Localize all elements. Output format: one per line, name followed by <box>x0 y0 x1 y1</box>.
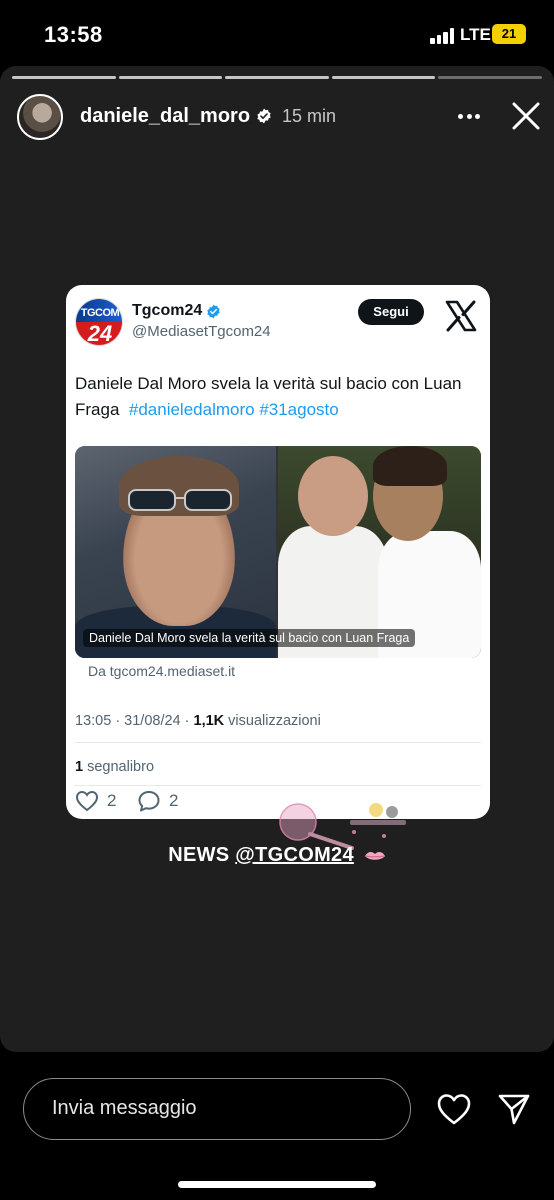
message-input[interactable]: Invia messaggio <box>23 1078 411 1140</box>
story-viewer[interactable]: daniele_dal_moro 15 min TGCOM 24 Tgcom24… <box>0 66 554 1052</box>
tweet-media-image: Daniele Dal Moro svela la verità sul bac… <box>75 446 481 658</box>
story-progress-bar <box>12 76 542 79</box>
story-username[interactable]: daniele_dal_moro <box>80 105 250 128</box>
mention-link[interactable]: @TGCOM24 <box>235 844 354 866</box>
link-source: Da tgcom24.mediaset.it <box>88 663 236 679</box>
bookmarks-label: segnalibro <box>83 759 155 775</box>
tweet-account-name: Tgcom24 <box>132 302 203 319</box>
more-options-icon[interactable] <box>454 104 484 128</box>
status-bar: 13:58 LTE 21 <box>0 0 554 70</box>
divider <box>75 785 481 786</box>
network-type: LTE <box>460 25 491 44</box>
caption-prefix: NEWS <box>168 844 236 866</box>
send-icon[interactable] <box>497 1092 531 1126</box>
progress-segment-current <box>438 76 542 79</box>
likes-count: 2 <box>107 791 117 810</box>
tweet-text: Daniele Dal Moro svela la verità sul bac… <box>75 371 475 423</box>
bookmarks-count: 1 <box>75 759 84 775</box>
story-time: 15 min <box>282 106 337 126</box>
replies-count: 2 <box>169 791 179 810</box>
tgcom24-logo: TGCOM 24 <box>75 298 123 346</box>
home-indicator[interactable] <box>178 1181 376 1188</box>
like-action: 2 <box>75 790 116 812</box>
battery-icon: 21 <box>492 24 526 44</box>
reply-bubble-icon <box>138 791 160 812</box>
clock: 13:58 <box>44 22 103 47</box>
progress-segment <box>118 76 223 79</box>
avatar[interactable] <box>17 94 63 140</box>
sunglasses-icon <box>128 489 232 511</box>
verified-badge-icon <box>207 304 220 319</box>
views-count: 1,1K <box>193 713 225 729</box>
follow-button: Segui <box>358 299 424 325</box>
reply-action: 2 <box>137 790 178 812</box>
progress-segment <box>331 76 436 79</box>
lips-emoji-icon <box>364 851 385 860</box>
divider <box>75 742 481 743</box>
tweet-card[interactable]: TGCOM 24 Tgcom24 @MediasetTgcom24 Segui … <box>66 285 490 819</box>
verified-badge-icon <box>257 108 271 124</box>
cellular-signal-icon <box>430 27 456 44</box>
bookmarks: 1 segnalibro <box>75 759 154 775</box>
heart-outline-icon <box>75 790 99 812</box>
tweet-handle: @MediasetTgcom24 <box>132 323 271 340</box>
logo-text-bottom: 24 <box>87 321 113 346</box>
progress-segment <box>12 76 116 79</box>
hashtag: #danieledalmoro <box>128 400 255 419</box>
hashtag: #31agosto <box>259 400 339 419</box>
story-header: daniele_dal_moro 15 min <box>0 92 554 142</box>
views-label: visualizzazioni <box>224 713 321 729</box>
tweet-meta: 13:05 · 31/08/24 · 1,1K visualizzazioni <box>75 713 321 729</box>
close-icon[interactable] <box>508 98 544 134</box>
logo-text-top: TGCOM <box>80 307 120 319</box>
story-caption: NEWS @TGCOM24 <box>0 844 554 867</box>
photo-kiss <box>278 446 481 658</box>
heart-icon[interactable] <box>436 1092 472 1126</box>
progress-segment <box>225 76 329 79</box>
media-caption: Daniele Dal Moro svela la verità sul bac… <box>83 629 416 647</box>
x-logo-icon <box>445 300 477 332</box>
photo-portrait <box>75 446 276 658</box>
tweet-timestamp: 13:05 · 31/08/24 · <box>75 713 194 729</box>
